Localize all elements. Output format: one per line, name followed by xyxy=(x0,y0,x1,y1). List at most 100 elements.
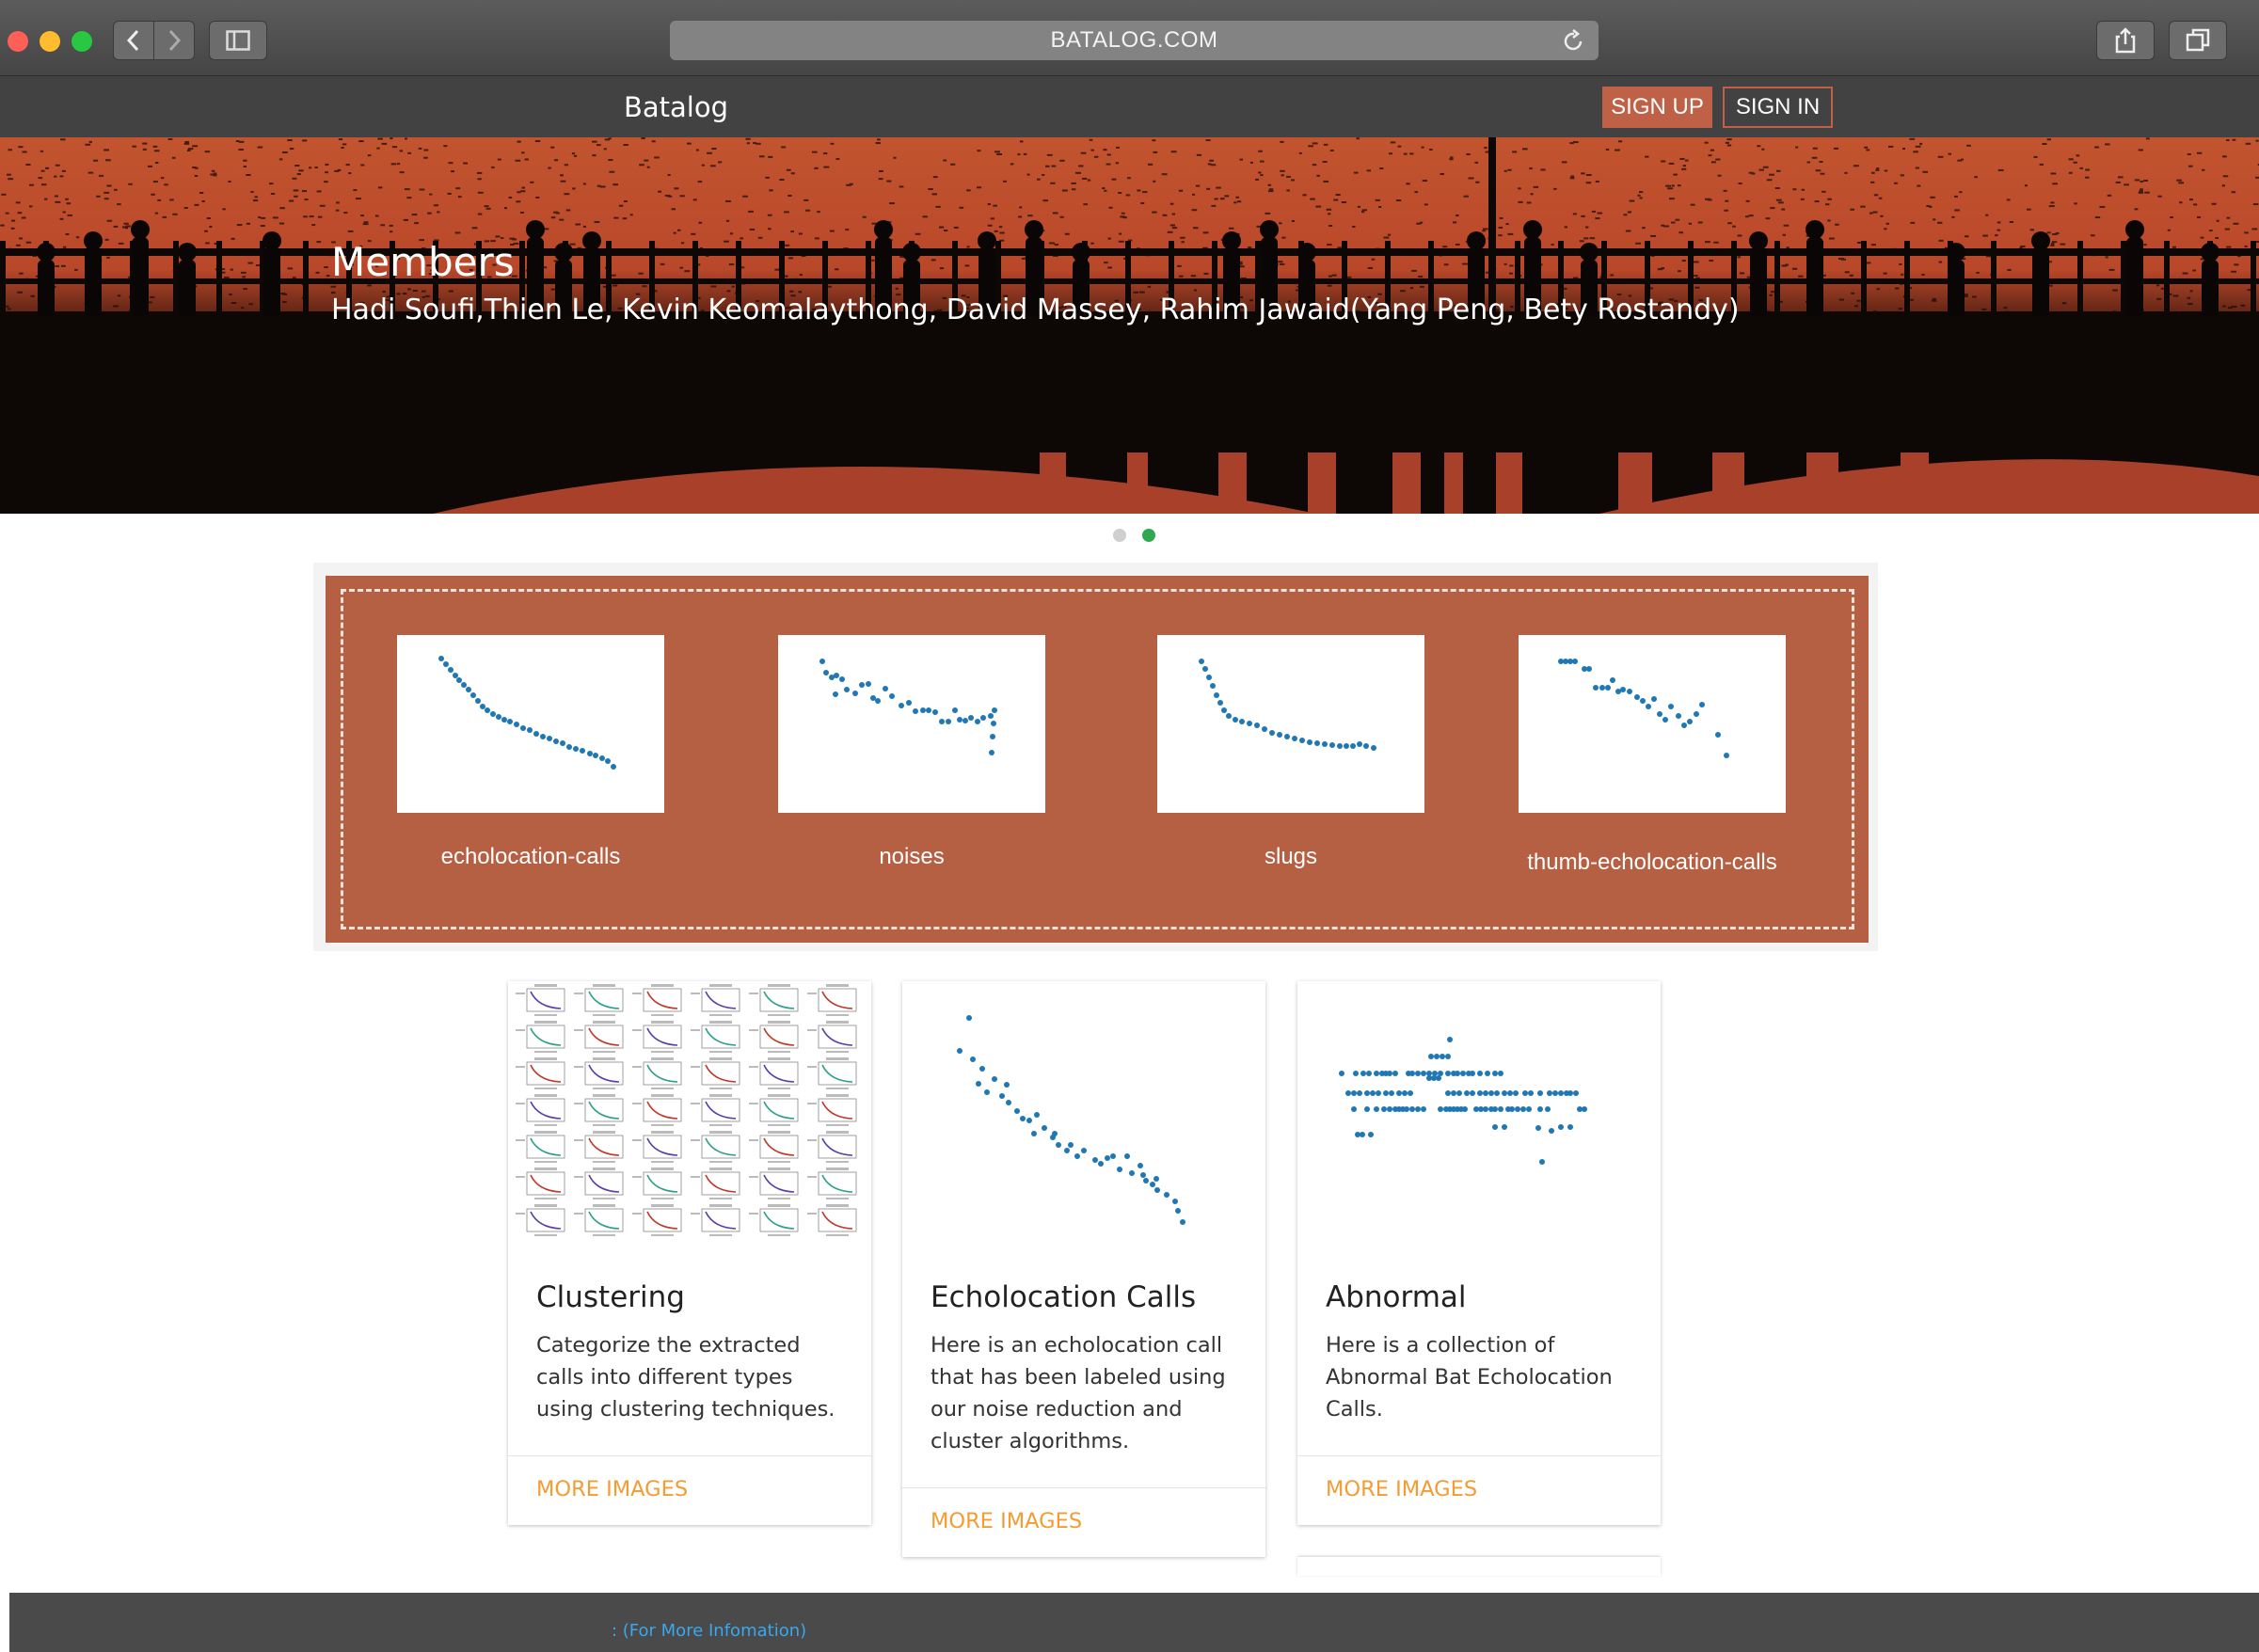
category-noises[interactable]: noises xyxy=(778,635,1045,869)
scatter-point xyxy=(475,698,481,704)
more-info-link[interactable]: : (For More Infomation) xyxy=(612,1621,806,1641)
card-echolocation-calls: Echolocation Calls Here is an echolocati… xyxy=(902,981,1265,1557)
scatter-point xyxy=(1646,704,1651,709)
scatter-point xyxy=(1154,1187,1160,1193)
mini-plot-axis-label xyxy=(632,1029,642,1031)
scatter-point xyxy=(566,744,572,750)
scatter-point xyxy=(1498,1106,1503,1112)
mini-plot-axis-label xyxy=(807,1213,817,1215)
mini-plot-axis-label xyxy=(709,1088,732,1089)
scatter-point xyxy=(1217,700,1223,706)
scatter-point xyxy=(1180,1219,1185,1225)
mini-plot-axis-label xyxy=(807,1139,817,1141)
mini-plot-axis-label xyxy=(534,1124,557,1126)
back-button[interactable] xyxy=(113,21,154,60)
sign-up-button[interactable]: SIGN UP xyxy=(1602,87,1712,128)
mini-plot-axis-label xyxy=(691,1103,700,1104)
mini-plot-axis-label xyxy=(593,1124,615,1126)
scatter-point xyxy=(1724,753,1729,758)
category-thumb-echolocation-calls[interactable]: thumb-echolocation-calls xyxy=(1519,635,1786,875)
mini-plot-axis-label xyxy=(826,1234,849,1236)
scatter-point xyxy=(1456,1090,1462,1096)
mini-plot-axis-label xyxy=(749,1029,758,1031)
scatter-point xyxy=(1383,1090,1389,1096)
mini-plot-axis-label xyxy=(807,1103,817,1104)
minimize-window-button[interactable] xyxy=(40,31,60,52)
mini-plot-title xyxy=(709,1094,732,1097)
tab-overview-button[interactable] xyxy=(2169,21,2227,60)
sidebar-toggle-button[interactable] xyxy=(209,21,267,60)
mini-plot-title xyxy=(826,1131,849,1134)
scatter-point xyxy=(496,714,501,720)
scatter-point xyxy=(1421,1071,1426,1076)
scatter-point xyxy=(1520,1106,1526,1112)
scatter-point xyxy=(968,715,974,721)
scatter-point xyxy=(1314,740,1320,746)
mini-plot-title xyxy=(826,1204,849,1207)
address-bar[interactable]: BATALOG.COM xyxy=(670,21,1599,60)
scatter-point xyxy=(1337,743,1343,749)
scatter-point xyxy=(1277,732,1282,738)
reload-icon[interactable] xyxy=(1563,28,1585,53)
scatter-point xyxy=(1515,1106,1520,1112)
scatter-point xyxy=(1269,730,1275,736)
scatter-point xyxy=(1056,1142,1061,1148)
category-echolocation-calls[interactable]: echolocation-calls xyxy=(397,635,664,869)
share-button[interactable] xyxy=(2096,21,2155,60)
scatter-point xyxy=(1202,666,1208,672)
chevron-left-icon xyxy=(126,29,139,52)
mini-plot-axis-label xyxy=(632,1176,642,1178)
hero-title: Members xyxy=(331,239,515,285)
mini-plot-axis-label xyxy=(807,1029,817,1031)
scatter-point xyxy=(1526,1106,1532,1112)
more-images-link[interactable]: MORE IMAGES xyxy=(1326,1477,1477,1501)
scatter-point xyxy=(1502,1124,1507,1130)
more-images-link[interactable]: MORE IMAGES xyxy=(536,1477,688,1501)
scatter-point xyxy=(952,707,958,713)
scatter-point xyxy=(1389,1090,1394,1096)
mini-plot-title xyxy=(768,984,790,987)
scatter-point xyxy=(1387,1106,1392,1112)
scatter-point xyxy=(976,1081,981,1087)
mini-plot-axis-label xyxy=(709,1161,732,1163)
scatter-point xyxy=(939,719,945,724)
carousel-indicators xyxy=(1113,529,1155,542)
scatter-point xyxy=(1549,1128,1554,1134)
zoom-window-button[interactable] xyxy=(72,31,92,52)
scatter-point xyxy=(1573,1090,1579,1096)
scatter-point xyxy=(966,1015,972,1021)
scatter-point xyxy=(1438,1106,1443,1112)
scatter-point xyxy=(1153,1176,1159,1182)
mini-plot-axis-label xyxy=(651,1234,674,1236)
sign-in-button[interactable]: SIGN IN xyxy=(1723,87,1833,128)
card-clustering: Clustering Categorize the extracted call… xyxy=(508,981,871,1525)
category-slugs[interactable]: slugs xyxy=(1157,635,1424,869)
brand-logo-text[interactable]: Batalog xyxy=(624,91,728,123)
mini-plot-axis-label xyxy=(749,1066,758,1068)
mini-plot-title xyxy=(768,1168,790,1170)
scatter-point xyxy=(540,734,546,739)
close-window-button[interactable] xyxy=(8,31,28,52)
more-images-link[interactable]: MORE IMAGES xyxy=(931,1509,1082,1533)
scatter-point xyxy=(844,687,850,692)
scatter-point xyxy=(1344,743,1349,749)
mini-plot-title xyxy=(534,1094,557,1097)
mini-plot-axis-label xyxy=(534,1198,557,1199)
mini-plot-title xyxy=(709,1204,732,1207)
scatter-point xyxy=(992,1076,997,1082)
scatter-point xyxy=(1092,1157,1098,1163)
mini-plot-title xyxy=(709,1131,732,1134)
scatter-point xyxy=(533,731,539,737)
mini-plot-axis-label xyxy=(593,1014,615,1016)
mini-plot-axis-label xyxy=(574,1029,583,1031)
scatter-point xyxy=(1374,1106,1379,1112)
scatter-point xyxy=(1477,1090,1483,1096)
category-thumbnail xyxy=(1157,635,1424,813)
card-description: Here is a collection of Abnormal Bat Ech… xyxy=(1326,1333,1613,1422)
scatter-point xyxy=(1172,1199,1178,1204)
forward-button[interactable] xyxy=(153,21,195,60)
scatter-point xyxy=(1364,1090,1370,1096)
scatter-point xyxy=(599,755,605,761)
carousel-dot-1[interactable] xyxy=(1113,529,1126,542)
carousel-dot-2[interactable] xyxy=(1142,529,1155,542)
